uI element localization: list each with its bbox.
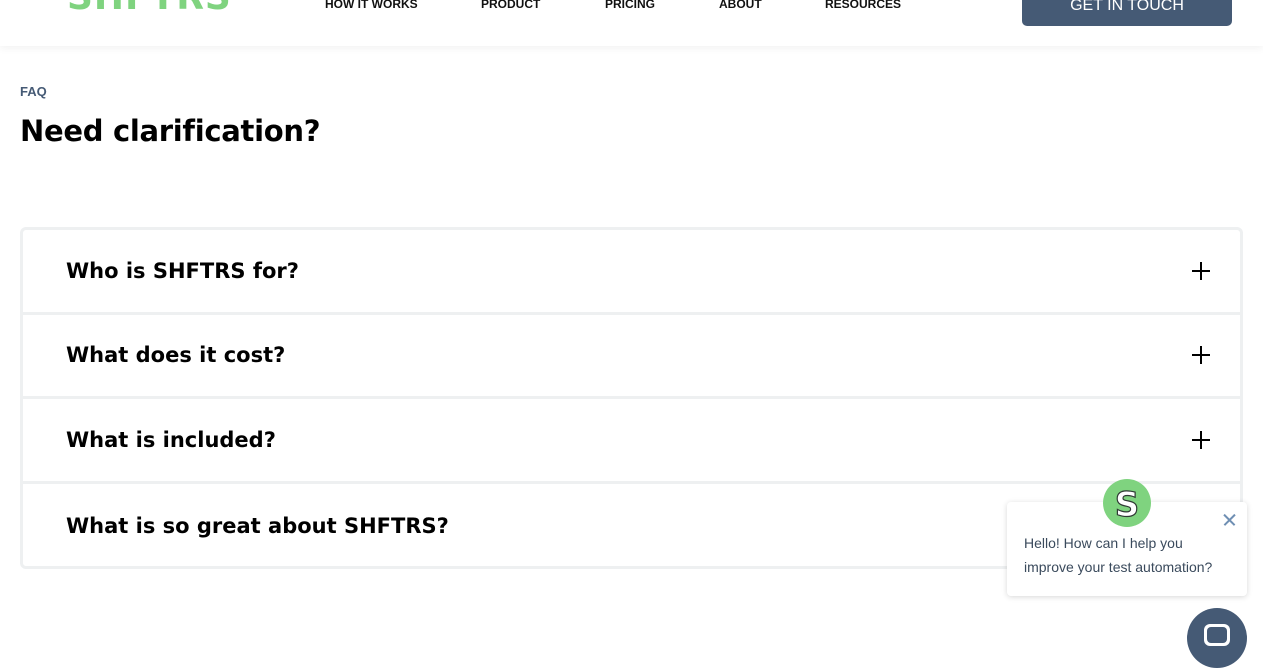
nav-item-product[interactable]: PRODUCT [481,0,540,11]
avatar-letter: S [1115,485,1140,525]
faq-question: What is so great about SHFTRS? [66,513,449,538]
plus-icon[interactable] [1192,430,1210,449]
faq-question: What is included? [66,427,276,452]
avatar-s-icon: S [1114,484,1140,525]
plus-icon[interactable] [1192,346,1210,365]
page-title: Need clarification? [20,114,321,148]
nav-item-pricing[interactable]: PRICING [605,0,655,11]
chat-icon [1204,624,1230,646]
chat-message: Hello! How can I help you improve your t… [1024,535,1213,575]
faq-item-included[interactable]: What is included? [23,399,1240,484]
faq-question: Who is SHFTRS for? [66,258,299,283]
nav-item-about[interactable]: ABOUT [719,0,762,11]
get-in-touch-button[interactable]: GET IN TOUCH [1022,0,1232,26]
close-icon[interactable] [1221,512,1237,528]
faq-eyebrow: FAQ [20,84,47,99]
nav-item-resources[interactable]: RESOURCES [825,0,901,11]
site-header: SHFTRS HOW IT WORKS PRODUCT PRICING ABOU… [0,0,1263,46]
faq-item-who-is-it-for[interactable]: Who is SHFTRS for? [23,230,1240,315]
logo[interactable]: SHFTRS [67,0,232,16]
faq-item-cost[interactable]: What does it cost? [23,315,1240,399]
avatar: S [1103,479,1151,527]
chat-launcher-button[interactable] [1187,608,1247,668]
faq-question: What does it cost? [66,343,286,368]
logo-text: SHFTRS [67,0,232,18]
plus-icon[interactable] [1192,261,1210,280]
nav-item-how-it-works[interactable]: HOW IT WORKS [325,0,418,11]
